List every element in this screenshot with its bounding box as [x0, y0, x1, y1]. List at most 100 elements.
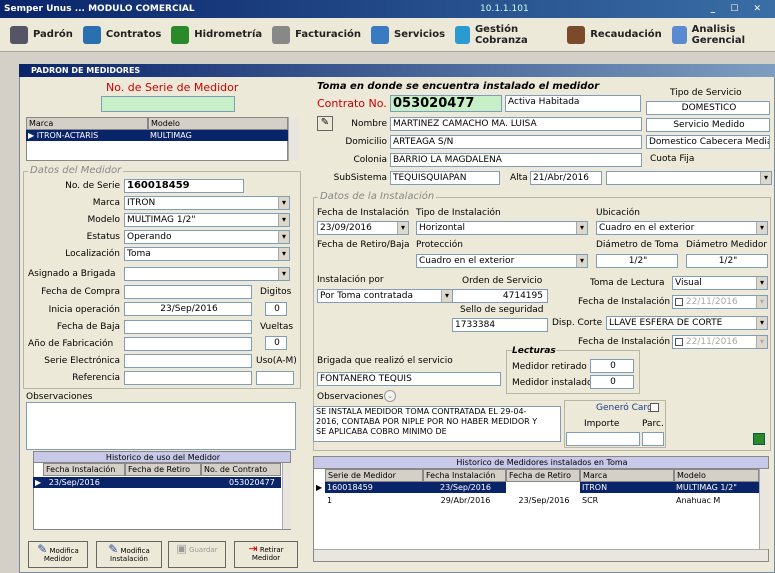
- contrato-field[interactable]: 053020477: [390, 95, 502, 112]
- window-ip: 10.1.1.101: [480, 4, 529, 14]
- guardar-button[interactable]: ▣ Guardar: [168, 541, 226, 568]
- medidor-instalado-field[interactable]: 0: [590, 375, 634, 389]
- historico-medidores-hscroll[interactable]: [314, 549, 768, 561]
- ubicacion-select[interactable]: Cuadro en el exterior: [596, 221, 768, 235]
- observaciones-textarea[interactable]: [26, 402, 296, 450]
- instalacion-por-select[interactable]: Por Toma contratada: [317, 289, 453, 303]
- domicilio-field[interactable]: ARTEAGA S/N: [390, 135, 642, 149]
- subsistema-select[interactable]: [606, 171, 772, 185]
- diametro-medidor-field[interactable]: 1/2": [686, 254, 768, 268]
- localizacion-select[interactable]: Toma: [124, 247, 290, 261]
- hist2-cell[interactable]: 29/Abr/2016: [423, 495, 506, 506]
- observaciones-instalacion-textarea[interactable]: SE INSTALA MEDIDOR TOMA CONTRATADA EL 29…: [313, 406, 561, 442]
- brigada-servicio-field[interactable]: FONTANERO TEQUIS: [317, 372, 501, 386]
- grid-scrollbar[interactable]: [288, 117, 299, 161]
- sello-seguridad-field[interactable]: 1733384: [452, 318, 548, 332]
- grid-cell-marca[interactable]: ▶ ITRON-ACTARIS: [26, 130, 148, 141]
- hist-scrollbar[interactable]: [282, 463, 291, 529]
- toolbar-icon: [455, 25, 470, 44]
- tipo-instalacion-select[interactable]: Horizontal: [416, 221, 588, 235]
- orden-servicio-field[interactable]: 4714195: [452, 289, 548, 303]
- diametro-toma-field[interactable]: 1/2": [596, 254, 678, 268]
- genero-cargo-checkbox[interactable]: [650, 403, 659, 412]
- modelo-select[interactable]: MULTIMAG 1/2": [124, 213, 290, 227]
- inicia-operacion-label: Inicia operación: [48, 305, 120, 315]
- modifica-medidor-button[interactable]: ✎ Modifica Medidor: [28, 541, 88, 568]
- row-marker: ▶: [316, 483, 323, 492]
- toolbar-label: Hidrometría: [194, 29, 263, 40]
- ubicacion-label: Ubicación: [596, 208, 640, 218]
- hist2-cell[interactable]: SCR: [580, 495, 674, 506]
- toolbar-label: Contratos: [105, 29, 162, 40]
- uso-field[interactable]: [256, 371, 294, 385]
- toolbar-padr-n-button[interactable]: Padrón: [10, 25, 73, 44]
- marca-select[interactable]: ITRON: [124, 196, 290, 210]
- window-controls[interactable]: _ ☐ ✕: [711, 0, 767, 18]
- colonia-field[interactable]: BARRIO LA MAGDALENA: [390, 153, 642, 167]
- hist2-cell[interactable]: MULTIMAG 1/2": [674, 482, 759, 493]
- toolbar-hidrometr-a-button[interactable]: Hidrometría: [171, 25, 263, 44]
- genero-cargo-label: Generó Cargo: [596, 403, 659, 413]
- expand-icon[interactable]: ⌄: [384, 390, 396, 402]
- toma-title: Toma en donde se encuentra instalado el …: [317, 81, 600, 92]
- excel-export-icon[interactable]: [753, 433, 765, 445]
- anio-fabricacion-field[interactable]: [124, 337, 252, 351]
- estado-toma-field: Activa Habitada: [505, 95, 641, 112]
- digitos-field[interactable]: 0: [265, 302, 287, 316]
- brigada-select[interactable]: [124, 267, 290, 281]
- colonia-label: Colonia: [353, 155, 387, 165]
- toolbar-contratos-button[interactable]: Contratos: [82, 25, 162, 44]
- hist2-cell[interactable]: 23/Sep/2016: [506, 495, 580, 506]
- fecha-instalacion-lectura-label: Fecha de Instalación: [578, 297, 671, 307]
- brigada-servicio-label: Brigada que realizó el servicio: [317, 356, 453, 366]
- nombre-label: Nombre: [351, 119, 387, 129]
- hist-row[interactable]: ▶ 23/Sep/2016 053020477: [33, 477, 281, 488]
- no-serie-field[interactable]: 160018459: [124, 179, 244, 193]
- hist2-cell[interactable]: ITRON: [580, 482, 674, 493]
- modifica-instalacion-button[interactable]: ✎ Modifica Instalación: [96, 541, 162, 568]
- serie-search-input[interactable]: [101, 96, 235, 112]
- fecha-instalacion-select[interactable]: 23/09/2016: [317, 221, 409, 235]
- serie-electronica-field[interactable]: [124, 354, 252, 368]
- alta-field[interactable]: 21/Abr/2016: [530, 171, 602, 185]
- toolbar-gesti-n-cobranza-button[interactable]: Gestión Cobranza: [455, 24, 557, 46]
- toolbar-servicios-button[interactable]: Servicios: [371, 25, 446, 44]
- toolbar-analisis-gerencial-button[interactable]: Analisis Gerencial: [671, 24, 775, 46]
- disp-corte-select[interactable]: LLAVE ESFERA DE CORTE: [606, 316, 768, 330]
- toolbar-recaudaci-n-button[interactable]: Recaudación: [567, 25, 662, 44]
- retirar-medidor-button[interactable]: ⇥ Retirar Medidor: [234, 541, 298, 568]
- hist2-cell[interactable]: Anahuac M: [674, 495, 759, 506]
- hist-header-retiro: Fecha de Retiro: [125, 463, 201, 476]
- subsistema-field[interactable]: TEQUISQUIAPAN: [390, 171, 500, 185]
- vueltas-field[interactable]: 0: [265, 336, 287, 350]
- parcialidades-field[interactable]: [642, 432, 664, 446]
- medidor-retirado-field[interactable]: 0: [590, 359, 634, 373]
- edit-icon[interactable]: ✎: [317, 116, 333, 131]
- hist2-cell[interactable]: 23/Sep/2016: [423, 482, 506, 493]
- toma-lectura-select[interactable]: Visual: [672, 276, 768, 290]
- observaciones-label: Observaciones: [26, 392, 93, 402]
- historico-medidores-vscroll[interactable]: [759, 469, 769, 549]
- referencia-field[interactable]: [124, 371, 252, 385]
- grid-cell-modelo[interactable]: MULTIMAG: [148, 130, 288, 141]
- vueltas-label: Vueltas: [260, 322, 294, 332]
- fecha-instalacion-corte-select[interactable]: 22/11/2016: [672, 335, 768, 349]
- instalacion-por-label: Instalación por: [317, 275, 384, 285]
- nombre-field[interactable]: MARTINEZ CAMACHO MA. LUISA: [390, 117, 642, 131]
- serie-electronica-label: Serie Electrónica: [44, 356, 120, 366]
- hist2-cell[interactable]: 160018459: [325, 482, 423, 493]
- hist2-cell[interactable]: 1: [325, 495, 423, 506]
- uso-label: Uso(A-M): [256, 356, 297, 366]
- fecha-compra-field[interactable]: [124, 285, 252, 299]
- toolbar-icon: [171, 25, 190, 44]
- estatus-select[interactable]: Operando: [124, 230, 290, 244]
- importe-field[interactable]: [566, 432, 640, 446]
- fecha-instalacion-lectura-select[interactable]: 22/11/2016: [672, 295, 768, 309]
- hist2-header: Serie de Medidor: [325, 469, 423, 482]
- toolbar-facturaci-n-button[interactable]: Facturación: [272, 25, 361, 44]
- toolbar-label: Servicios: [394, 29, 446, 40]
- inicia-operacion-field[interactable]: 23/Sep/2016: [124, 302, 252, 316]
- proteccion-select[interactable]: Cuadro en el exterior: [416, 254, 588, 268]
- proteccion-label: Protección: [416, 240, 463, 250]
- fecha-baja-field[interactable]: [124, 320, 252, 334]
